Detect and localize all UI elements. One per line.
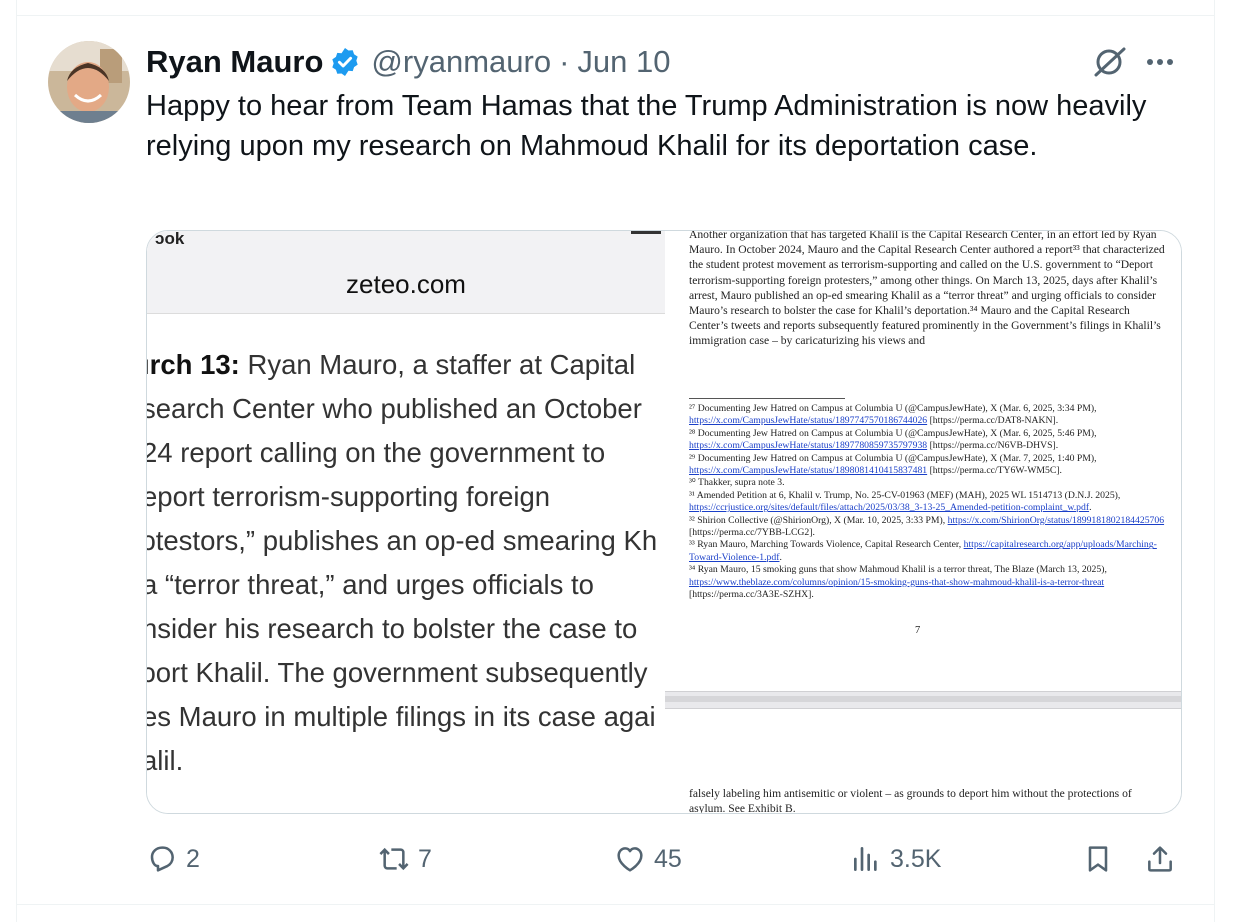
tweet-divider-bottom xyxy=(16,904,1215,905)
article-line: 24 report calling on the government to xyxy=(147,437,606,468)
like-button[interactable]: 45 xyxy=(614,838,682,880)
footnote-item: ³⁴ Ryan Mauro, 15 smoking guns that show… xyxy=(689,564,1107,601)
avatar[interactable] xyxy=(48,41,130,123)
footnote-item: ³² Shirion Collective (@ShirionOrg), X (… xyxy=(689,514,1165,539)
footnote-item: ²⁸ Documenting Jew Hatred on Campus at C… xyxy=(689,427,1097,452)
footnote-divider xyxy=(689,398,845,399)
repost-count: 7 xyxy=(418,844,432,873)
share-icon xyxy=(1148,846,1172,872)
phone-url-text: zeteo.com xyxy=(346,269,466,299)
article-date-heading: ırch 13: xyxy=(147,349,240,380)
article-line: es Mauro in multiple filings in its case… xyxy=(147,701,656,732)
article-line-text: Ryan Mauro, a staffer at Capital xyxy=(239,349,636,380)
article-line: nsider his research to bolster the case … xyxy=(147,613,638,644)
article-line: ırch 13: Ryan Mauro, a staffer at Capita… xyxy=(147,343,665,387)
page-break xyxy=(665,691,1181,709)
footnote-item: ³⁰ Thakker, supra note 3. xyxy=(689,477,785,489)
page-number: 7 xyxy=(915,625,921,636)
verified-badge-icon[interactable] xyxy=(329,46,361,78)
author-name[interactable]: Ryan Mauro xyxy=(146,44,323,80)
footnote-link: https://www.theblaze.com/columns/opinion… xyxy=(689,576,1105,588)
media-image-court-filing[interactable]: Another organization that has targeted K… xyxy=(665,231,1181,813)
bookmark-icon xyxy=(1088,846,1108,872)
footnote-link: https://x.com/CampusJewHate/status/18977… xyxy=(689,415,928,427)
tweet-divider-top xyxy=(16,15,1215,16)
footnote-item: ³³ Ryan Mauro, Marching Towards Violence… xyxy=(689,539,1157,563)
article-line: a “terror threat,” and urges officials t… xyxy=(147,569,594,600)
more-icon[interactable] xyxy=(1142,44,1178,80)
article-line: search Center who published an October xyxy=(147,393,642,424)
author-handle[interactable]: @ryanmauro xyxy=(371,44,551,80)
grok-icon[interactable] xyxy=(1092,44,1128,80)
tweet-text: Happy to hear from Team Hamas that the T… xyxy=(146,90,1147,162)
footnote-item: ²⁹ Documenting Jew Hatred on Campus at C… xyxy=(689,452,1097,477)
tweet-date[interactable]: Jun 10 xyxy=(577,44,670,80)
timeline-border-right xyxy=(1214,0,1215,922)
view-count: 3.5K xyxy=(890,844,942,873)
reply-button[interactable]: 2 xyxy=(146,838,200,880)
footnote-link: https://x.com/ShirionOrg/status/18991818… xyxy=(947,514,1165,526)
article-line: eport terrorism-supporting foreign xyxy=(147,481,551,512)
media-image-article-screenshot[interactable]: ɔok zeteo.com ırch 13: Ryan Mauro, a sta… xyxy=(147,231,665,813)
filing-paragraph: Another organization that has targeted K… xyxy=(689,231,1165,348)
bookmark-button[interactable] xyxy=(1082,838,1122,880)
article-line: ɔtestors,” publishes an op-ed smearing K… xyxy=(147,525,658,556)
phone-status-indicator xyxy=(631,231,661,234)
filing-continuation: falsely labeling him antisemitic or viol… xyxy=(689,787,1132,813)
phone-status-text: ɔok xyxy=(155,231,185,248)
views-icon xyxy=(854,847,877,871)
reply-icon xyxy=(150,846,174,872)
footnote-link: https://x.com/CampusJewHate/status/18980… xyxy=(689,465,928,477)
footnote-item: ³¹ Amended Petition at 6, Khalil v. Trum… xyxy=(689,489,1121,514)
repost-icon xyxy=(379,847,409,871)
meta-separator: · xyxy=(559,44,570,79)
reply-count: 2 xyxy=(186,844,200,873)
tweet-media[interactable]: ɔok zeteo.com ırch 13: Ryan Mauro, a sta… xyxy=(146,230,1182,814)
tweet-actions: 2 7 45 3.5K xyxy=(146,838,1180,880)
like-count: 45 xyxy=(654,844,682,873)
phone-browser-bar: ɔok zeteo.com xyxy=(147,231,665,314)
footnote-item: ²⁷ Documenting Jew Hatred on Campus at C… xyxy=(689,403,1097,427)
footnote-link: https://ccrjustice.org/sites/default/fil… xyxy=(689,502,1090,514)
footnotes-list: ²⁷ Documenting Jew Hatred on Campus at C… xyxy=(689,403,1167,602)
tweet-header: Ryan Mauro @ryanmauro · Jun 10 xyxy=(146,40,670,84)
article-excerpt: ırch 13: Ryan Mauro, a staffer at Capita… xyxy=(147,343,665,783)
footnote-link: https://x.com/CampusJewHate/status/18977… xyxy=(689,440,928,452)
article-line: alil. xyxy=(147,745,184,776)
share-button[interactable] xyxy=(1144,838,1184,880)
repost-button[interactable]: 7 xyxy=(378,838,432,880)
like-icon xyxy=(617,847,643,872)
views-button[interactable]: 3.5K xyxy=(850,838,941,880)
article-line: ɔort Khalil. The government subsequently xyxy=(147,657,648,688)
timeline-border-left xyxy=(16,0,17,922)
